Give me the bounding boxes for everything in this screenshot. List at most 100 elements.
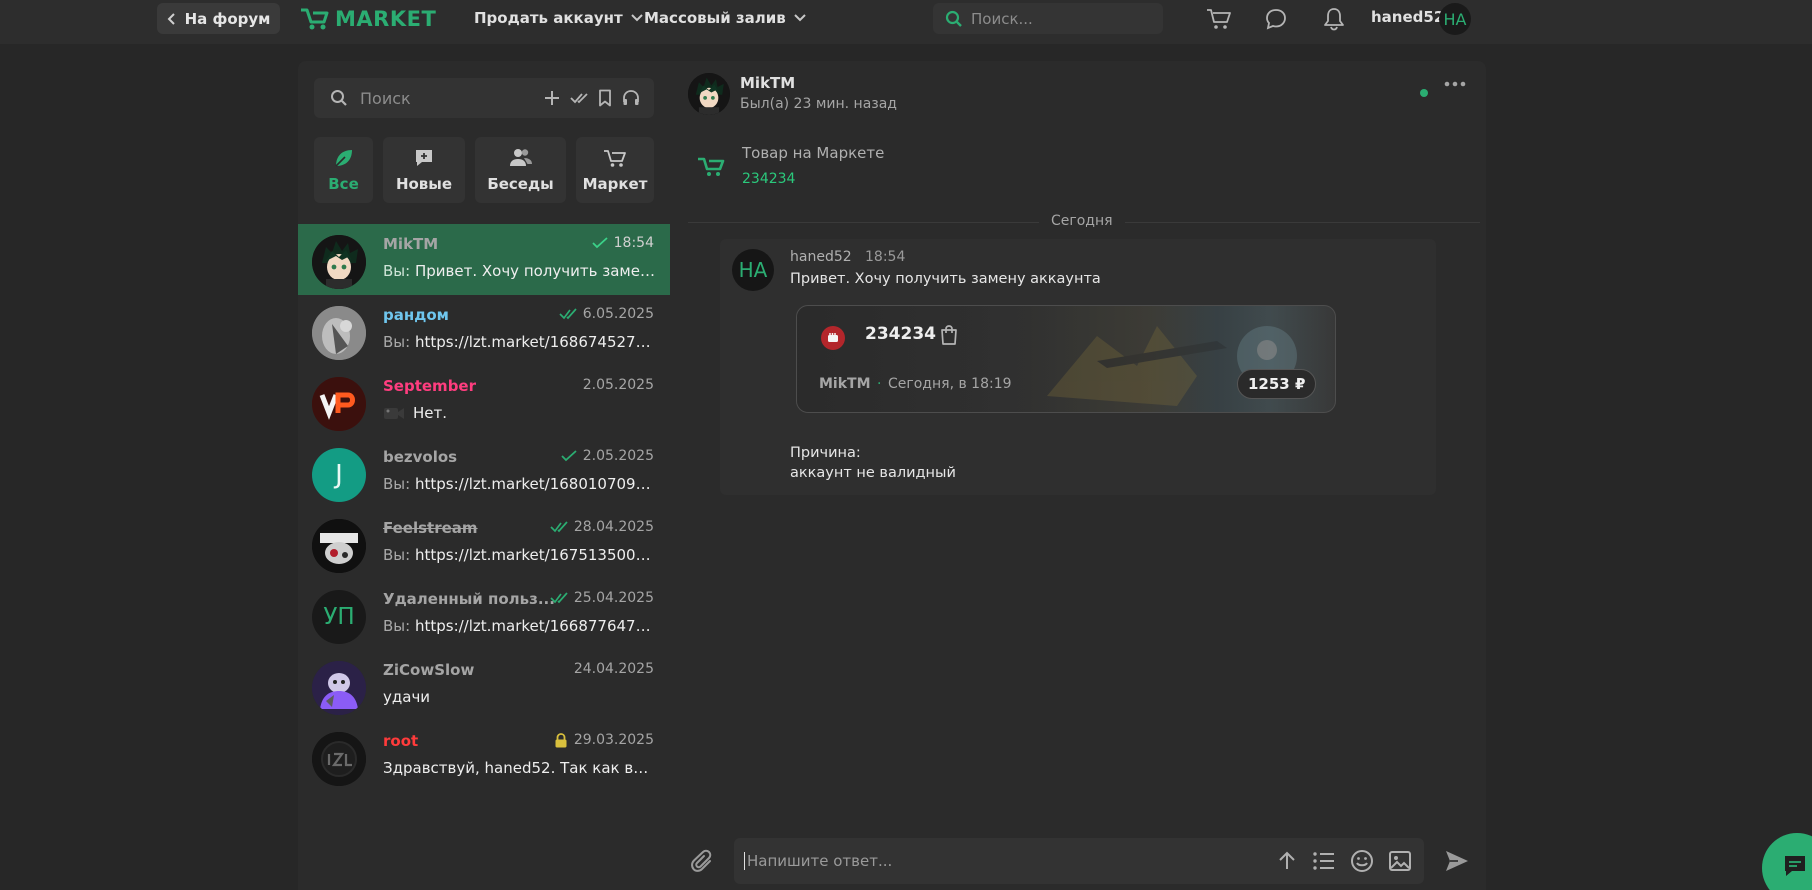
conversation-item[interactable]: УП Удаленный польз... 25.04.2025 Вы: htt… [298,579,670,650]
message-author-avatar[interactable]: НА [732,249,774,291]
conversations-sidebar: Поиск Все Новые Беседы Маркет MikTM 18:5… [298,61,670,890]
conversation-date: 25.04.2025 [550,590,654,606]
preview-text: https://lzt.market/167513500/ –ку ку [414,546,655,564]
nav-sell-account[interactable]: Продать аккаунт [474,9,643,27]
send-icon[interactable] [1444,849,1470,873]
conversation-date-text: 24.04.2025 [573,661,654,677]
avatar: J [312,448,366,502]
top-avatar[interactable]: НА [1439,3,1471,35]
product-link[interactable]: 234234 [742,171,795,187]
conversation-preview: Вы: https://lzt.market/168010709/ –может [383,475,655,493]
card-title: 234234 [865,324,936,344]
cart-logo-icon [299,7,329,31]
reply-placeholder: Напишите ответ... [747,852,893,870]
avatar [312,519,366,573]
avatar [312,377,366,431]
top-bar: На форум MARKET Продать аккаунт Массовый… [0,0,1812,44]
conversation-item[interactable]: рандом 6.05.2025 Вы: https://lzt.market/… [298,295,670,366]
conversation-item[interactable]: MikTM 18:54 Вы: Привет. Хочу получить за… [298,224,670,295]
tab-market[interactable]: Маркет [576,137,654,203]
double-check-icon [550,521,568,533]
conversation-date: 6.05.2025 [559,306,654,322]
avatar [312,235,366,289]
chat-partner-avatar[interactable] [688,73,730,115]
tab-new-label: Новые [395,175,453,193]
sidebar-search-placeholder: Поиск [360,88,411,108]
card-separator: · [877,376,882,392]
users-icon [509,147,533,169]
chat-partner-name[interactable]: MikTM [740,74,795,92]
conversation-name: ZiCowSlow [383,661,475,679]
avatar [312,732,366,786]
preview-text: Привет. Хочу получить замену аккаунта [414,262,655,280]
image-icon[interactable] [1388,850,1412,872]
paperclip-icon[interactable] [690,849,716,875]
tab-new[interactable]: Новые [383,137,465,203]
conversation-item[interactable]: Feelstream 28.04.2025 Вы: https://lzt.ma… [298,508,670,579]
support-chat-button[interactable] [1762,833,1812,890]
cart-icon[interactable] [1206,6,1232,32]
conversation-name: MikTM [383,235,439,253]
preview-text: https://lzt.market/168674527/ –бро [414,333,655,351]
conversation-preview: Вы: https://lzt.market/167513500/ –ку ку [383,546,655,564]
conversation-item[interactable]: root 29.03.2025 Здравствуй, haned52. Так… [298,721,670,792]
sidebar-search-input[interactable]: Поиск [314,78,654,118]
headphones-icon[interactable] [622,89,640,107]
conversation-date-text: 25.04.2025 [573,590,654,606]
search-icon [330,89,348,107]
conversation-name: Feelstream [383,519,478,537]
conversation-date: 29.03.2025 [554,732,654,748]
check-icon [592,237,608,249]
conversation-item[interactable]: J bezvolos 2.05.2025 Вы: https://lzt.mar… [298,437,670,508]
conversation-date: 2.05.2025 [583,377,654,393]
top-search-placeholder: Поиск... [971,9,1033,28]
double-check-icon [559,308,577,320]
arrow-up-icon[interactable] [1276,850,1298,872]
card-date: Сегодня, в 18:19 [888,376,1012,392]
top-username[interactable]: haned52 [1371,8,1444,26]
chevron-left-icon [167,12,177,26]
plus-icon[interactable] [543,89,561,107]
conversation-date-text: 2.05.2025 [582,448,654,464]
bookmark-icon[interactable] [597,89,613,107]
preview-text: https://lzt.market/166877647/ -ку ку [414,617,655,635]
chevron-down-icon [794,14,806,22]
messages-icon[interactable] [1263,6,1289,32]
forum-button[interactable]: На форум [157,3,280,34]
preview-text: удачи [383,688,431,706]
emoji-icon[interactable] [1350,849,1374,873]
conversation-date-text: 6.05.2025 [582,306,654,322]
conversation-date: 18:54 [592,235,654,251]
leaf-icon [333,147,355,169]
preview-text: Нет. [413,404,448,422]
conversations-panel: Поиск Все Новые Беседы Маркет MikTM 18:5… [298,61,1486,890]
top-search-input[interactable]: Поиск... [933,3,1163,34]
message-time: 18:54 [865,249,906,265]
logo-text: MARKET [335,7,437,31]
tab-all[interactable]: Все [314,137,373,203]
conversation-item[interactable]: September 2.05.2025 Нет. [298,366,670,437]
online-indicator [1420,89,1428,97]
message-author[interactable]: haned52 [790,249,852,265]
tab-conversations[interactable]: Беседы [475,137,566,203]
conversation-preview: Нет. [383,404,655,422]
list-icon[interactable] [1312,851,1336,871]
product-card[interactable]: 234234 MikTM · Сегодня, в 18:19 1253 ₽ [796,305,1336,413]
game-fist-icon [821,326,845,350]
chevron-down-icon [630,14,643,22]
card-seller[interactable]: MikTM [819,376,871,392]
double-check-icon[interactable] [570,89,588,107]
avatar [312,306,366,360]
more-options-icon[interactable] [1444,81,1466,87]
market-logo[interactable]: MARKET [299,6,436,32]
nav-sell-account-label: Продать аккаунт [474,9,623,27]
conversation-item[interactable]: ZiCowSlow 24.04.2025 удачи [298,650,670,721]
cart-icon [603,147,627,169]
reply-input[interactable]: Напишите ответ... [734,838,1424,884]
conversation-name: September [383,377,476,395]
forum-button-label: На форум [184,9,271,28]
bell-icon[interactable] [1321,6,1347,32]
you-prefix: Вы: [383,546,415,564]
nav-mass-upload[interactable]: Массовый залив [644,9,806,27]
chat-partner-status: Был(а) 23 мин. назад [740,96,897,112]
